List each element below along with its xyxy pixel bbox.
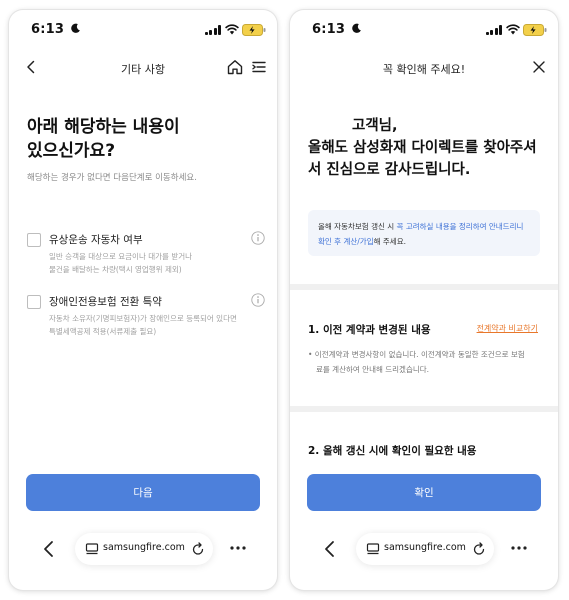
browser-back-icon[interactable] bbox=[322, 540, 338, 558]
option-description-line2: 특별세액공제 적용(서류제출 필요) bbox=[49, 327, 157, 336]
browser-toolbar: samsungfire.com bbox=[290, 525, 558, 573]
status-time: 6:13 bbox=[31, 22, 65, 37]
option-description: 일반 승객을 대상으로 요금이나 대가를 받거나 물건을 배달하는 차량(택시 … bbox=[49, 250, 239, 276]
checkbox[interactable] bbox=[27, 233, 41, 247]
compare-contract-link[interactable]: 전계약과 비교하기 bbox=[477, 323, 538, 334]
section-divider bbox=[290, 284, 558, 290]
address-bar[interactable]: samsungfire.com bbox=[75, 533, 213, 565]
menu-icon[interactable] bbox=[250, 58, 268, 76]
confirm-button[interactable]: 확인 bbox=[307, 474, 541, 511]
moon-icon bbox=[352, 23, 361, 33]
option-description-line1: 자동차 소유자(기명피보험자)가 장애인으로 등록되어 있다면 bbox=[49, 314, 237, 323]
notice-text: 해 주세요. bbox=[373, 237, 406, 246]
moon-icon bbox=[71, 23, 80, 33]
wifi-icon bbox=[225, 24, 239, 35]
main-heading-line1: 아래 해당하는 내용이 bbox=[27, 117, 180, 137]
option-description: 자동차 소유자(기명피보험자)가 장애인으로 등록되어 있다면 특별세액공제 적… bbox=[49, 312, 239, 338]
close-icon[interactable] bbox=[532, 60, 546, 74]
notice-highlight: 확인 후 계산/가입 bbox=[318, 237, 374, 246]
notice-box: 올해 자동차보험 갱신 시 꼭 고려하실 내용을 정리하여 안내드리니 확인 후… bbox=[308, 210, 540, 256]
greeting-message: 고객님, 올해도 삼성화재 다이렉트를 찾아주셔 서 진심으로 감사드립니다. bbox=[308, 115, 548, 181]
info-icon[interactable] bbox=[251, 293, 265, 307]
greeting-line2: 올해도 삼성화재 다이렉트를 찾아주셔 bbox=[308, 140, 537, 156]
reload-icon[interactable] bbox=[472, 542, 486, 556]
option-title: 유상운송 자동차 여부 bbox=[49, 234, 143, 246]
tabs-icon[interactable] bbox=[85, 542, 99, 556]
info-icon[interactable] bbox=[251, 231, 265, 245]
option-disability-insurance[interactable]: 장애인전용보험 전환 특약 자동차 소유자(기명피보험자)가 장애인으로 등록되… bbox=[27, 291, 265, 341]
checkbox[interactable] bbox=[27, 295, 41, 309]
main-heading: 아래 해당하는 내용이 있으신가요? bbox=[27, 115, 180, 163]
greeting-line1: 고객님, bbox=[352, 118, 398, 134]
section-description-line1: • 이전계약과 변경사항이 없습니다. 이전계약과 동일한 조건으로 보험 bbox=[308, 350, 525, 359]
reload-icon[interactable] bbox=[191, 542, 205, 556]
wifi-icon bbox=[506, 24, 520, 35]
section-description: • 이전계약과 변경사항이 없습니다. 이전계약과 동일한 조건으로 보험 료를… bbox=[308, 347, 542, 377]
sub-text: 해당하는 경우가 없다면 다음단계로 이동하세요. bbox=[27, 173, 197, 183]
phone-screen-left: 6:13 기타 사항 아래 해당하는 내용이 있으신가요? 해당하는 경우가 없… bbox=[9, 10, 277, 590]
browser-back-icon[interactable] bbox=[41, 540, 57, 558]
url-text: samsungfire.com bbox=[384, 542, 466, 553]
tabs-icon[interactable] bbox=[366, 542, 380, 556]
status-time: 6:13 bbox=[312, 22, 346, 37]
home-icon[interactable] bbox=[226, 58, 244, 76]
browser-toolbar: samsungfire.com bbox=[9, 525, 277, 573]
app-header: 꼭 확인해 주세요! bbox=[290, 50, 558, 86]
battery-charging-icon bbox=[523, 24, 547, 36]
option-commercial-transport[interactable]: 유상운송 자동차 여부 일반 승객을 대상으로 요금이나 대가를 받거나 물건을… bbox=[27, 229, 265, 279]
more-options-icon[interactable] bbox=[510, 545, 528, 551]
more-options-icon[interactable] bbox=[229, 545, 247, 551]
battery-charging-icon bbox=[242, 24, 266, 36]
notice-highlight: 꼭 고려하실 내용을 정리하여 안내드리니 bbox=[396, 222, 524, 231]
next-button[interactable]: 다음 bbox=[26, 474, 260, 511]
main-heading-line2: 있으신가요? bbox=[27, 141, 116, 161]
section-title-changes: 1. 이전 계약과 변경된 내용 bbox=[308, 324, 431, 336]
status-bar: 6:13 bbox=[290, 10, 558, 50]
address-bar[interactable]: samsungfire.com bbox=[356, 533, 494, 565]
greeting-line3: 서 진심으로 감사드립니다. bbox=[308, 162, 471, 178]
signal-icon bbox=[485, 25, 502, 35]
signal-icon bbox=[204, 25, 221, 35]
option-description-line1: 일반 승객을 대상으로 요금이나 대가를 받거나 bbox=[49, 252, 193, 261]
status-bar: 6:13 bbox=[9, 10, 277, 50]
phone-screen-right: 6:13 꼭 확인해 주세요! 고객님, 올해도 삼성화재 다이렉트를 찾아주셔… bbox=[290, 10, 558, 590]
notice-text: 올해 자동차보험 갱신 시 bbox=[318, 222, 397, 231]
section-divider bbox=[290, 406, 558, 412]
option-title: 장애인전용보험 전환 특약 bbox=[49, 296, 162, 308]
section-description-line2: 료를 계산하여 안내해 드리겠습니다. bbox=[316, 365, 430, 374]
option-description-line2: 물건을 배달하는 차량(택시 영업행위 제외) bbox=[49, 265, 182, 274]
app-header: 기타 사항 bbox=[9, 50, 277, 86]
url-text: samsungfire.com bbox=[103, 542, 185, 553]
section-title-renewal-check: 2. 올해 갱신 시에 확인이 필요한 내용 bbox=[308, 445, 477, 457]
page-title: 꼭 확인해 주세요! bbox=[382, 63, 466, 76]
